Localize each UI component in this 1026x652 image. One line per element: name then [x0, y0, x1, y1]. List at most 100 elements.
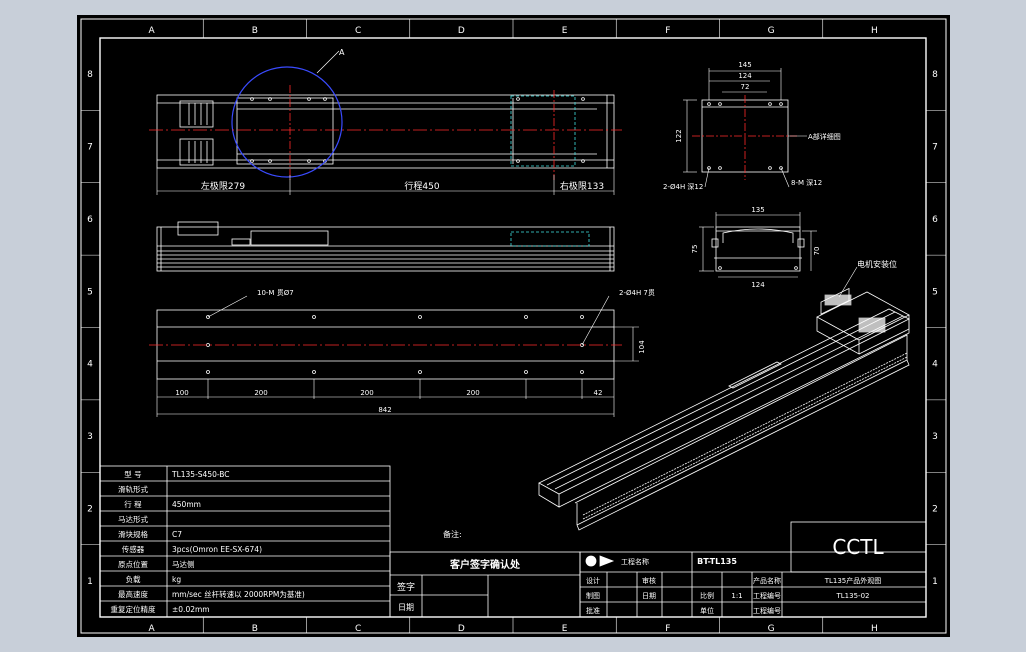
grid-row-4-left: 4 [87, 360, 93, 370]
drawing-label: 制图 [586, 591, 600, 600]
grid-row-3-left: 3 [87, 432, 93, 442]
spec-value-4: C7 [172, 530, 182, 539]
grid-col-F-top: F [665, 26, 670, 36]
seg-0: 100 [175, 389, 188, 397]
grid-row-7-right: 7 [932, 143, 938, 153]
spec-value-6: 马达侧 [172, 559, 195, 569]
sheet-label: 工程编号 [753, 606, 781, 615]
dim-124-end: 124 [738, 72, 752, 80]
spec-value-0: TL135-S450-BC [171, 470, 230, 479]
grid-col-D-top: D [458, 26, 465, 36]
spec-value-8: mm/sec 丝杆转速以 2000RPM为基准) [172, 589, 305, 599]
dim-72: 72 [741, 83, 750, 91]
grid-col-B-bottom: B [252, 624, 258, 634]
spec-label-7: 负载 [126, 574, 141, 584]
motor-mount-label: 电机安装位 [857, 259, 897, 269]
grid-col-C-top: C [355, 26, 361, 36]
project-value: BT-TL135 [697, 557, 737, 566]
grid-row-7-left: 7 [87, 143, 93, 153]
unit-label: 单位 [700, 606, 714, 615]
spec-label-1: 滑轨形式 [118, 484, 148, 494]
hole-left-spec: 2-Ø4H 深12 [663, 182, 703, 191]
grid-col-D-bottom: D [458, 624, 465, 634]
dim-104: 104 [638, 340, 646, 354]
spec-label-9: 重复定位精度 [111, 604, 156, 614]
grid-col-B-top: B [252, 26, 258, 36]
spec-label-0: 型 号 [124, 470, 141, 479]
grid-labels: A A B B C C D D E E F F G G H H 8 8 7 7 6 6 5 5 4 4 3 3 2 2 1 1 [81, 19, 946, 634]
holes-right-label: 2-Ø4H 7贯 [619, 289, 655, 297]
product-value: TL135产品外观图 [824, 576, 882, 585]
grid-row-8-right: 8 [932, 70, 938, 80]
spec-label-6: 原点位置 [118, 559, 148, 569]
spec-label-2: 行 程 [124, 499, 142, 509]
stroke-label: 行程450 [404, 180, 439, 192]
bottom-view [149, 295, 639, 417]
grid-col-E-top: E [562, 26, 568, 36]
hole-right-spec: 8-M 深12 [791, 178, 822, 187]
detail-label-a: A [339, 48, 345, 57]
spec-value-2: 450mm [172, 500, 201, 509]
detail-ref: A部详细图 [808, 132, 841, 141]
dim-124-section: 124 [751, 281, 765, 289]
grid-row-1-left: 1 [87, 577, 93, 587]
engineering-drawing: A A B B C C D D E E F F G G H H 8 8 7 7 6 6 5 5 4 4 3 3 2 2 1 1 A 左极限27… [80, 18, 947, 634]
seg-4: 42 [594, 389, 603, 397]
approve-label: 批准 [586, 606, 600, 615]
design-label: 设计 [586, 576, 600, 585]
grid-col-H-top: H [871, 26, 878, 36]
dim-145: 145 [738, 61, 751, 69]
dim-75: 75 [691, 245, 699, 254]
project-label: 工程名称 [621, 557, 649, 566]
grid-col-A-top: A [149, 26, 156, 36]
grid-col-A-bottom: A [149, 624, 156, 634]
spec-label-5: 传感器 [122, 544, 145, 554]
approval-sign-label: 签字 [397, 581, 415, 593]
grid-row-2-left: 2 [87, 504, 93, 514]
dim-overall: 842 [378, 406, 391, 414]
cad-viewport[interactable]: A A B B C C D D E E F F G G H H 8 8 7 7 6 6 5 5 4 4 3 3 2 2 1 1 A 左极限27… [77, 15, 950, 637]
brand-logo: CCTL [832, 535, 884, 559]
spec-value-5: 3pcs(Omron EE-SX-674) [172, 545, 262, 554]
grid-col-C-bottom: C [355, 624, 361, 634]
drawing-no-value: TL135-02 [836, 592, 870, 600]
dim-122: 122 [675, 129, 683, 142]
grid-row-5-left: 5 [87, 287, 93, 297]
grid-row-6-right: 6 [932, 215, 938, 225]
right-limit-label: 右极限133 [560, 180, 604, 192]
top-view [149, 50, 622, 195]
left-limit-label: 左极限279 [201, 180, 245, 192]
grid-col-G-bottom: G [768, 624, 775, 634]
grid-row-1-right: 1 [932, 577, 938, 587]
seg-3: 200 [466, 389, 479, 397]
seg-1: 200 [254, 389, 267, 397]
product-label: 产品名称 [753, 576, 781, 585]
isometric-view [538, 266, 910, 531]
scale-value: 1:1 [731, 592, 742, 600]
seg-2: 200 [360, 389, 373, 397]
spec-rows: 型 号 TL135-S450-BC 滑轨形式行 程 450mm 马达形式滑块规格 C7 传感… [111, 470, 305, 614]
spec-value-9: ±0.02mm [172, 605, 210, 614]
section-view [699, 212, 817, 278]
dim-70: 70 [813, 247, 821, 256]
approval-date-label: 日期 [398, 603, 414, 612]
approval-title: 客户签字确认处 [449, 558, 521, 571]
side-view [156, 221, 615, 272]
spec-value-7: kg [172, 575, 181, 584]
grid-row-6-left: 6 [87, 215, 93, 225]
dim-135: 135 [751, 206, 764, 214]
holes-left-label: 10-M 贯Ø7 [257, 289, 294, 297]
spec-label-8: 最高速度 [118, 589, 148, 599]
grid-col-E-bottom: E [562, 624, 568, 634]
grid-row-4-right: 4 [932, 360, 938, 370]
grid-col-G-top: G [768, 26, 775, 36]
notes-label: 备注: [443, 529, 462, 539]
grid-row-8-left: 8 [87, 70, 93, 80]
grid-col-F-bottom: F [665, 624, 670, 634]
grid-row-3-right: 3 [932, 432, 938, 442]
spec-label-3: 马达形式 [118, 514, 148, 524]
grid-row-2-right: 2 [932, 504, 938, 514]
check-label: 审核 [642, 576, 656, 585]
spec-label-4: 滑块规格 [118, 529, 148, 539]
grid-row-5-right: 5 [932, 287, 938, 297]
